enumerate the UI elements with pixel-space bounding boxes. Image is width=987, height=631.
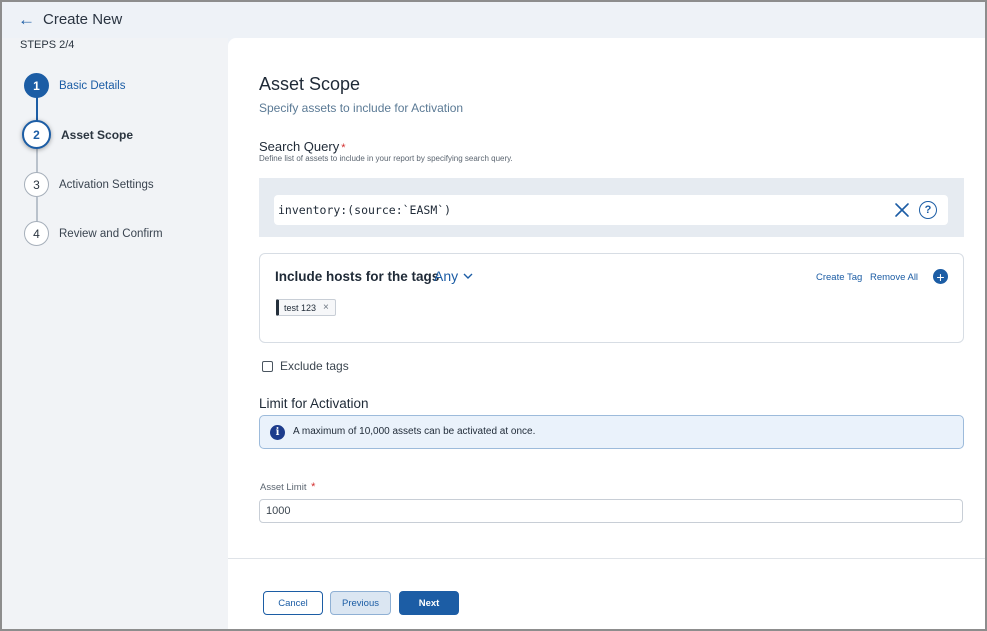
page-title: Create New xyxy=(43,11,123,28)
info-icon: i xyxy=(270,425,285,440)
info-banner-text: A maximum of 10,000 assets can be activa… xyxy=(293,426,536,437)
cancel-button[interactable]: Cancel xyxy=(263,591,323,615)
info-banner: i A maximum of 10,000 assets can be acti… xyxy=(259,415,964,449)
tag-chip-label: test 123 xyxy=(284,302,317,313)
step-label: Activation Settings xyxy=(59,178,154,191)
step-review-and-confirm[interactable]: 4 Review and Confirm xyxy=(24,221,163,246)
search-query-label: Search Query * xyxy=(259,139,345,154)
search-query-help: Define list of assets to include in your… xyxy=(259,154,513,163)
chevron-down-icon xyxy=(463,273,473,279)
search-query-input[interactable] xyxy=(278,195,878,225)
arrow-left-icon: ← xyxy=(18,10,35,29)
close-icon[interactable] xyxy=(893,201,911,219)
main-panel: Asset Scope Specify assets to include fo… xyxy=(228,38,985,629)
checkbox-box[interactable] xyxy=(262,360,273,372)
step-number: 1 xyxy=(24,73,49,98)
tag-match-dropdown[interactable]: Any xyxy=(434,268,473,284)
tag-match-value: Any xyxy=(434,268,459,284)
include-tags-title: Include hosts for the tags xyxy=(275,269,440,284)
step-label: Review and Confirm xyxy=(59,227,163,240)
close-icon[interactable]: × xyxy=(323,302,329,313)
step-label: Basic Details xyxy=(59,79,126,92)
app-window: ← Create New STEPS 2/4 1 Basic Details 2… xyxy=(0,0,987,631)
step-basic-details[interactable]: 1 Basic Details xyxy=(24,73,125,98)
footer-divider xyxy=(228,558,985,559)
search-query-label-text: Search Query xyxy=(259,139,340,154)
create-tag-link[interactable]: Create Tag xyxy=(816,272,862,283)
required-marker: * xyxy=(341,142,346,154)
step-number: 4 xyxy=(24,221,49,246)
include-tags-card: Include hosts for the tags Any Create Ta… xyxy=(259,253,964,343)
step-activation-settings[interactable]: 3 Activation Settings xyxy=(24,172,154,197)
previous-button[interactable]: Previous xyxy=(330,591,391,615)
question-circle-icon[interactable]: ? xyxy=(919,201,937,219)
step-number: 2 xyxy=(22,120,51,149)
steps-sidebar: STEPS 2/4 1 Basic Details 2 Asset Scope … xyxy=(2,38,228,629)
step-label: Asset Scope xyxy=(61,127,134,142)
section-title: Asset Scope xyxy=(259,74,361,94)
steps-counter: STEPS 2/4 xyxy=(20,39,75,51)
remove-all-link[interactable]: Remove All xyxy=(870,272,918,283)
tag-chip: test 123 × xyxy=(276,299,336,316)
asset-limit-input[interactable] xyxy=(259,499,963,523)
top-bar: ← Create New xyxy=(2,2,985,38)
plus-circle-icon[interactable]: + xyxy=(933,269,948,284)
exclude-tags-label: Exclude tags xyxy=(280,359,349,373)
asset-limit-label: Asset Limit * xyxy=(260,481,315,493)
limit-title: Limit for Activation xyxy=(259,396,369,411)
exclude-tags-checkbox[interactable]: Exclude tags xyxy=(262,359,349,373)
section-subtitle: Specify assets to include for Activation xyxy=(259,101,464,115)
search-query-container: ? xyxy=(259,178,964,237)
required-marker: * xyxy=(311,481,316,493)
step-asset-scope[interactable]: 2 Asset Scope xyxy=(22,120,134,149)
next-button[interactable]: Next xyxy=(399,591,459,615)
search-query-box: ? xyxy=(274,195,948,225)
back-button[interactable]: ← Create New xyxy=(18,11,122,28)
asset-limit-label-text: Asset Limit xyxy=(260,482,307,493)
step-number: 3 xyxy=(24,172,49,197)
